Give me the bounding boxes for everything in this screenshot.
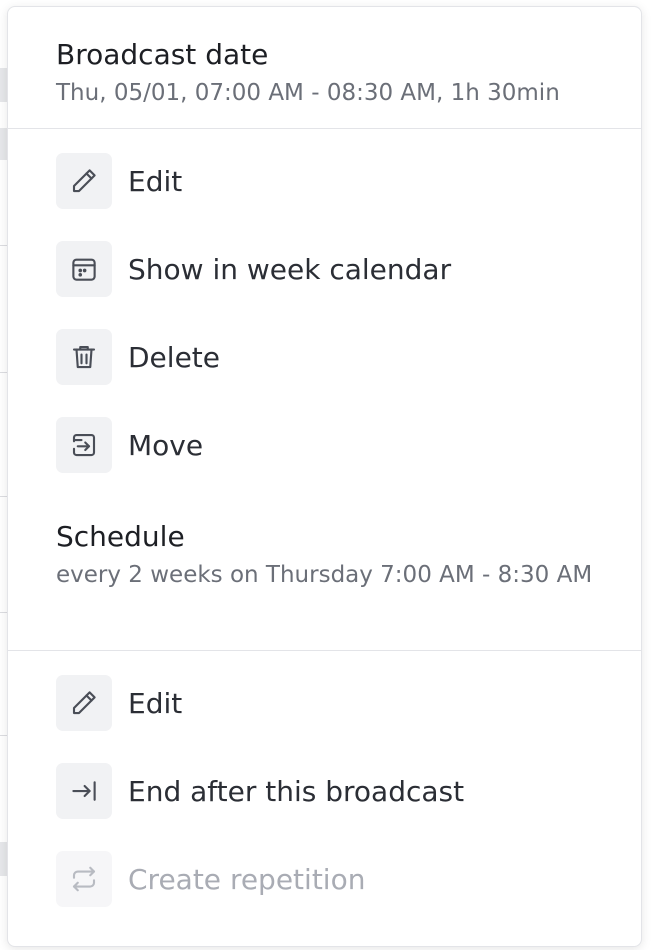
schedule-header: Schedule every 2 weeks on Thursday 7:00 … — [56, 519, 621, 595]
arrow-to-end-icon — [56, 763, 112, 819]
trash-icon — [56, 329, 112, 385]
broadcast-date-header: Broadcast date Thu, 05/01, 07:00 AM - 08… — [56, 37, 621, 113]
broadcast-edit-label: Edit — [128, 164, 183, 198]
broadcast-date-title: Broadcast date — [56, 38, 269, 71]
create-repetition-label: Create repetition — [128, 862, 366, 896]
show-in-week-calendar-button[interactable]: Show in week calendar — [56, 241, 621, 297]
repeat-icon — [56, 851, 112, 907]
move-button[interactable]: Move — [56, 417, 621, 473]
move-label: Move — [128, 428, 204, 462]
context-menu: Broadcast date Thu, 05/01, 07:00 AM - 08… — [7, 6, 642, 947]
divider — [8, 128, 641, 129]
broadcast-date-subtitle: Thu, 05/01, 07:00 AM - 08:30 AM, 1h 30mi… — [56, 80, 560, 106]
schedule-edit-label: Edit — [128, 686, 183, 720]
broadcast-edit-button[interactable]: Edit — [56, 153, 621, 209]
delete-label: Delete — [128, 340, 220, 374]
show-in-week-calendar-label: Show in week calendar — [128, 252, 452, 286]
divider — [8, 650, 641, 651]
delete-button[interactable]: Delete — [56, 329, 621, 385]
schedule-edit-button[interactable]: Edit — [56, 675, 621, 731]
schedule-title: Schedule — [56, 520, 185, 553]
create-repetition-button: Create repetition — [56, 851, 621, 907]
calendar-icon — [56, 241, 112, 297]
end-after-this-broadcast-label: End after this broadcast — [128, 774, 465, 808]
schedule-subtitle: every 2 weeks on Thursday 7:00 AM - 8:30… — [56, 562, 593, 588]
move-icon — [56, 417, 112, 473]
end-after-this-broadcast-button[interactable]: End after this broadcast — [56, 763, 621, 819]
pencil-icon — [56, 153, 112, 209]
pencil-icon — [56, 675, 112, 731]
